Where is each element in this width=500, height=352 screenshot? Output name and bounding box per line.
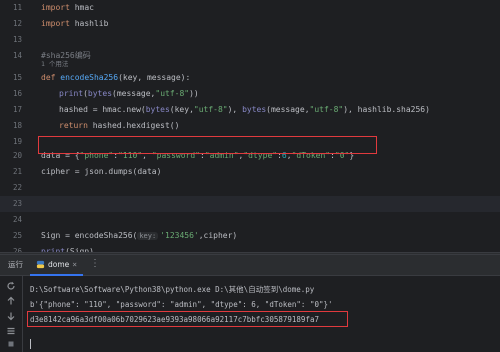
code-line[interactable]: 25 Sign = encodeSha256(key: '123456',ciphe… <box>0 228 500 244</box>
code-token: "utf-8" <box>309 105 344 114</box>
text-cursor <box>30 339 31 349</box>
code-token: (key, message): <box>118 73 191 82</box>
code-token: hmac <box>69 3 94 12</box>
run-panel: 运行 dome × ⋮ D:\Software\Software\Python3… <box>0 255 500 352</box>
tab-dome[interactable]: dome × <box>30 255 84 276</box>
code-token: def <box>41 73 61 82</box>
code-text: import hmac <box>41 0 94 16</box>
parameter-hint: key: <box>137 232 159 240</box>
code-token: import <box>41 3 70 12</box>
code-text: def encodeSha256(key, message): <box>41 70 190 86</box>
line-number: 13 <box>12 35 22 44</box>
code-token: cipher = json.dumps(data) <box>41 167 162 176</box>
usage-hint[interactable]: 1 个用法 <box>41 58 68 68</box>
line-number: 11 <box>12 3 22 12</box>
line-number: 25 <box>12 231 22 240</box>
code-token: return <box>59 121 88 130</box>
code-editor[interactable]: 11 import hmac 12 import hashlib 13 14 #sha256… <box>0 0 500 252</box>
code-line[interactable]: 22 <box>0 180 500 196</box>
arrow-down-icon[interactable] <box>4 309 18 323</box>
code-token: (message, <box>112 89 156 98</box>
line-number: 21 <box>12 167 22 176</box>
code-token: hashed = hmac.new( <box>59 105 146 114</box>
code-line[interactable]: 23 <box>0 196 500 212</box>
code-line[interactable]: 17 hashed = hmac.new(bytes(key,"utf-8"), … <box>0 102 500 118</box>
code-token: print <box>59 89 84 98</box>
code-token: '123456' <box>160 231 199 240</box>
code-text: cipher = json.dumps(data) <box>41 164 161 180</box>
code-line[interactable]: 24 <box>0 212 500 228</box>
code-text: Sign = encodeSha256(key: '123456',cipher) <box>41 228 237 244</box>
code-token: hashed.hexdigest() <box>87 121 180 130</box>
close-icon[interactable]: × <box>72 260 77 269</box>
code-text: return hashed.hexdigest() <box>59 118 179 134</box>
code-token: ,cipher) <box>198 231 238 240</box>
tab-dome-label: dome <box>48 260 70 269</box>
code-token: "utf-8" <box>155 89 190 98</box>
code-token: ), hashlib.sha256) <box>343 105 430 114</box>
code-token: import <box>41 19 70 28</box>
line-number: 22 <box>12 183 22 192</box>
menu-icon[interactable] <box>4 324 18 338</box>
line-number: 24 <box>12 215 22 224</box>
code-token: bytes <box>145 105 170 114</box>
code-token: (message, <box>266 105 310 114</box>
arrow-up-icon[interactable] <box>4 294 18 308</box>
line-number: 18 <box>12 121 22 130</box>
run-panel-label: 运行 <box>8 260 23 269</box>
highlight-box-signature <box>27 311 348 327</box>
console-line-payload: b'{"phone": "110", "password": "admin", … <box>30 300 333 309</box>
code-line[interactable]: 26 print(Sign) <box>0 244 500 252</box>
code-text: import hashlib <box>41 16 108 32</box>
run-toolbar <box>0 276 23 352</box>
line-number: 23 <box>12 199 22 208</box>
console-line-command: D:\Software\Software\Python38\python.exe… <box>30 285 315 294</box>
run-tab-bar: 运行 dome × ⋮ <box>0 255 500 276</box>
code-line[interactable]: 16 print(bytes(message,"utf-8")) <box>0 86 500 102</box>
line-number: 14 <box>12 51 22 60</box>
code-token: "utf-8" <box>193 105 228 114</box>
code-line[interactable]: 11 import hmac <box>0 0 500 16</box>
line-number: 20 <box>12 151 22 160</box>
code-token: hashlib <box>69 19 109 28</box>
code-line[interactable]: 21 cipher = json.dumps(data) <box>0 164 500 180</box>
code-text: print(Sign) <box>41 244 94 252</box>
highlight-box-data-line <box>38 136 377 154</box>
line-number: 15 <box>12 73 22 82</box>
code-line[interactable]: 15 def encodeSha256(key, message): <box>0 70 500 86</box>
line-number: 12 <box>12 19 22 28</box>
code-token: Sign = encodeSha256( <box>41 231 138 240</box>
code-token: bytes <box>242 105 267 114</box>
code-token: )) <box>189 89 199 98</box>
code-text: print(bytes(message,"utf-8")) <box>59 86 199 102</box>
line-number: 26 <box>12 247 22 252</box>
python-file-icon <box>36 260 45 269</box>
code-line[interactable]: 14 #sha256编码 <box>0 48 500 64</box>
code-token: bytes <box>87 89 113 98</box>
code-line[interactable]: 12 import hashlib <box>0 16 500 32</box>
line-number: 16 <box>12 89 22 98</box>
line-number: 17 <box>12 105 22 114</box>
code-line[interactable]: 13 <box>0 32 500 48</box>
rerun-icon[interactable] <box>4 279 18 293</box>
code-text: hashed = hmac.new(bytes(key,"utf-8"), by… <box>59 102 430 118</box>
code-token: ), <box>227 105 243 114</box>
code-token: encodeSha256 <box>60 73 119 82</box>
stop-icon[interactable] <box>4 337 18 351</box>
code-token: (key, <box>169 105 194 114</box>
code-line[interactable]: 18 return hashed.hexdigest() <box>0 118 500 134</box>
more-options-icon[interactable]: ⋮ <box>90 258 100 270</box>
